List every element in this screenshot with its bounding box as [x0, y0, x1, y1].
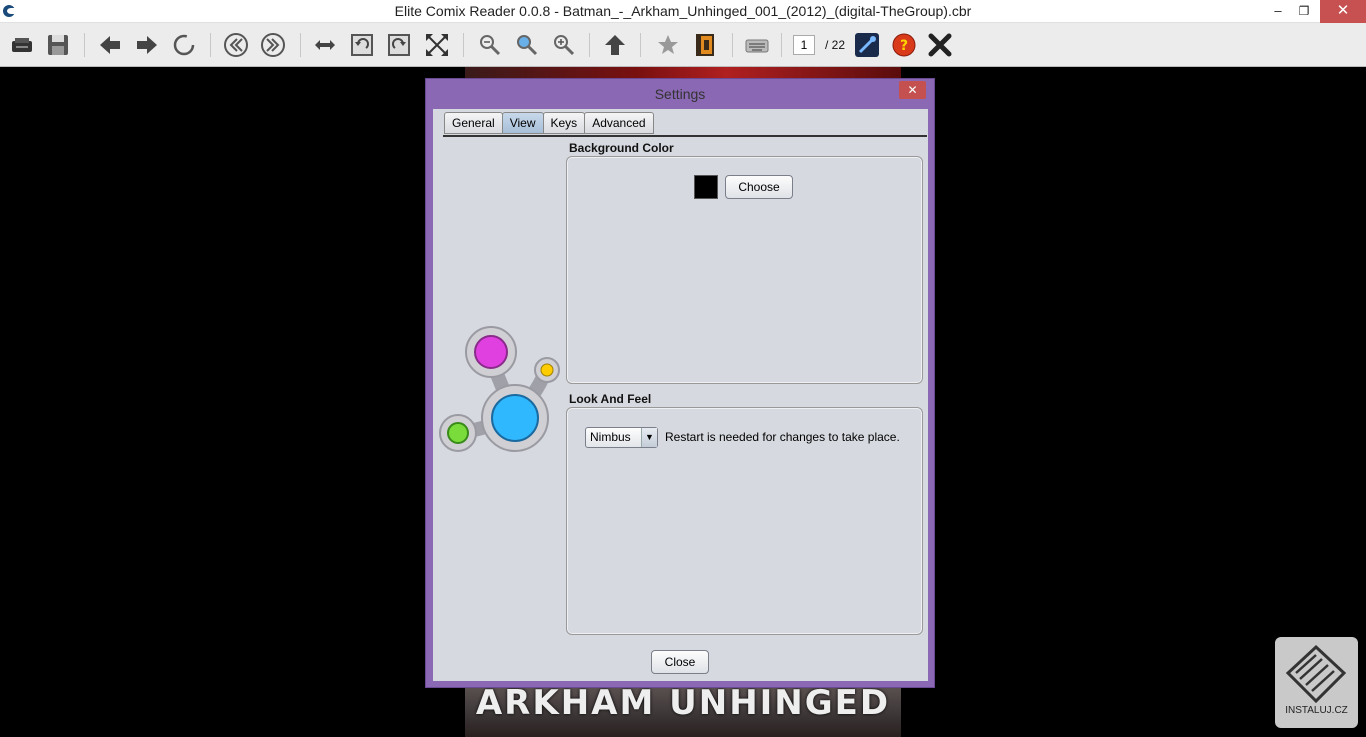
- dialog-body: General View Keys Advanced Background Co…: [433, 109, 928, 681]
- rotate-right-icon[interactable]: [385, 31, 413, 59]
- next-icon[interactable]: [133, 31, 161, 59]
- rotate-left-icon[interactable]: [348, 31, 376, 59]
- zoom-in-icon[interactable]: [550, 31, 578, 59]
- zoom-reset-icon[interactable]: [513, 31, 541, 59]
- look-and-feel-selected: Nimbus: [590, 430, 631, 444]
- refresh-icon[interactable]: [170, 31, 198, 59]
- page-total: / 22: [825, 38, 846, 52]
- tab-underline: [443, 135, 927, 137]
- toolbar-separator: [210, 33, 211, 57]
- maximize-button[interactable]: ❐: [1291, 0, 1317, 23]
- book-icon[interactable]: [691, 31, 719, 59]
- toolbar-separator: [463, 33, 464, 57]
- tab-bar: General View Keys Advanced: [444, 112, 654, 136]
- exit-icon[interactable]: [926, 31, 954, 59]
- background-color-swatch: [694, 175, 718, 199]
- watermark: INSTALUJ.CZ: [1275, 637, 1358, 728]
- fullscreen-icon[interactable]: [423, 31, 451, 59]
- zoom-out-icon[interactable]: [476, 31, 504, 59]
- toolbar-separator: [84, 33, 85, 57]
- settings-icon[interactable]: [853, 31, 881, 59]
- settings-dialog: Settings ✕ General View Keys Advanced Ba…: [425, 78, 935, 688]
- tab-view[interactable]: View: [501, 112, 544, 134]
- dialog-close-x-button[interactable]: ✕: [899, 81, 926, 99]
- toolbar-separator: [589, 33, 590, 57]
- tab-advanced[interactable]: Advanced: [584, 112, 654, 134]
- bookmark-icon[interactable]: [654, 31, 682, 59]
- look-and-feel-label: Look And Feel: [569, 392, 652, 406]
- background-color-label: Background Color: [569, 141, 674, 155]
- save-icon[interactable]: [44, 31, 72, 59]
- fit-width-icon[interactable]: [311, 31, 339, 59]
- title-bar: Elite Comix Reader 0.0.8 - Batman_-_Arkh…: [0, 0, 1366, 23]
- dropdown-arrow-icon[interactable]: ▼: [641, 428, 657, 447]
- close-window-button[interactable]: ✕: [1320, 0, 1366, 23]
- up-icon[interactable]: [601, 31, 629, 59]
- toolbar-separator: [781, 33, 782, 57]
- watermark-text: INSTALUJ.CZ: [1285, 705, 1348, 716]
- look-and-feel-select[interactable]: Nimbus ▼: [585, 427, 658, 448]
- first-page-icon[interactable]: [222, 31, 250, 59]
- toolbar-separator: [640, 33, 641, 57]
- tab-general[interactable]: General: [444, 112, 503, 134]
- close-button[interactable]: Close: [651, 650, 709, 674]
- toolbar-separator: [300, 33, 301, 57]
- toolbar: 1 / 22 ?: [0, 23, 1366, 67]
- page-number-input[interactable]: 1: [793, 35, 815, 55]
- window-title: Elite Comix Reader 0.0.8 - Batman_-_Arkh…: [394, 3, 972, 19]
- instaluj-logo-icon: [1285, 644, 1347, 704]
- keyboard-icon[interactable]: [743, 31, 771, 59]
- last-page-icon[interactable]: [259, 31, 287, 59]
- comic-page-bottom: ARKHAM UNHINGED: [465, 687, 901, 737]
- open-icon[interactable]: [8, 31, 36, 59]
- restart-note: Restart is needed for changes to take pl…: [665, 430, 900, 444]
- molecule-logo-icon: [439, 326, 560, 452]
- choose-color-button[interactable]: Choose: [725, 175, 793, 199]
- svg-text:?: ?: [900, 38, 908, 54]
- comic-cover-text: ARKHAM UNHINGED: [475, 687, 891, 723]
- toolbar-separator: [732, 33, 733, 57]
- previous-icon[interactable]: [96, 31, 124, 59]
- dialog-title: Settings: [654, 86, 706, 102]
- tab-keys[interactable]: Keys: [542, 112, 586, 134]
- help-icon[interactable]: ?: [890, 31, 918, 59]
- minimize-button[interactable]: –: [1265, 0, 1291, 23]
